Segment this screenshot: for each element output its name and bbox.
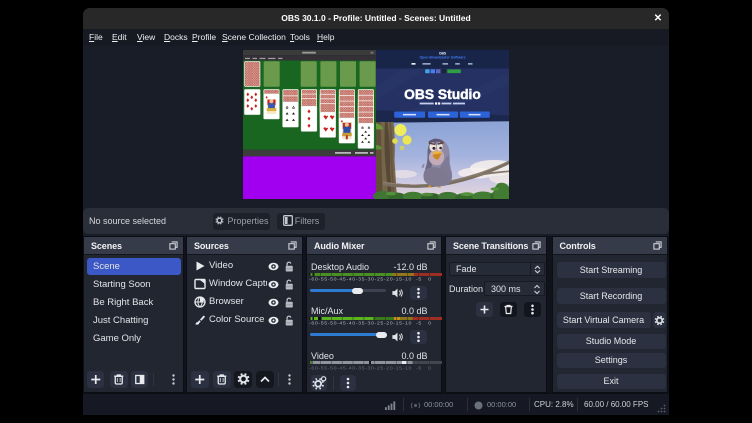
- svg-text:Open Broadcaster Software: Open Broadcaster Software: [419, 56, 465, 60]
- svg-text:OBS Studio: OBS Studio: [404, 87, 481, 102]
